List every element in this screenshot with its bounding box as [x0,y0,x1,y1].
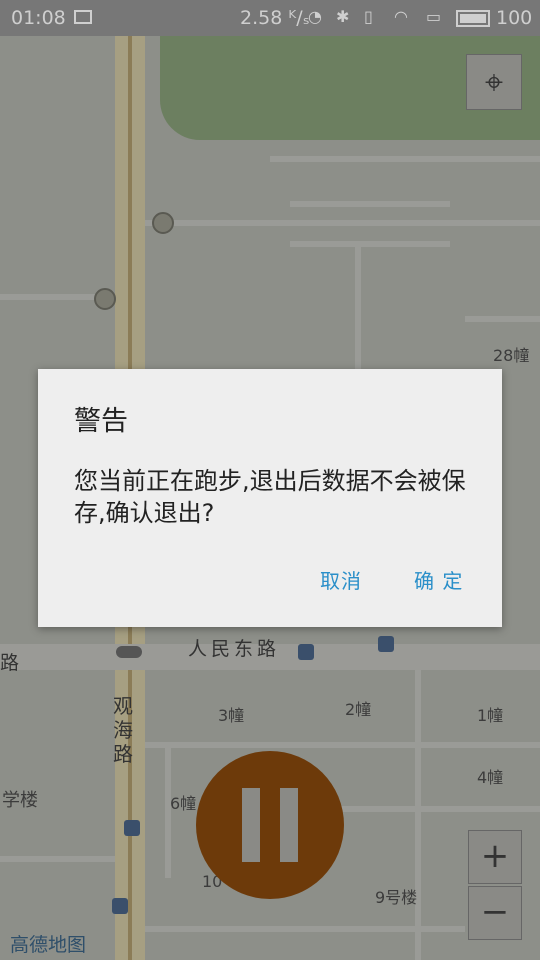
battery-percent: 100 [496,7,533,29]
bluetooth-icon: ✱ [336,7,350,26]
alarm-icon: ◔ [308,7,322,26]
street [290,241,450,247]
battery-icon [456,10,490,27]
dialog-message: 您当前正在跑步,退出后数据不会被保存,确认退出? [74,467,466,527]
poi-marker[interactable] [94,288,116,310]
cancel-button[interactable]: 取消 [320,565,362,594]
sim-icon: ▭ [426,7,442,26]
confirm-button[interactable]: 确 定 [414,565,463,594]
road-label: 观海路 [113,694,133,766]
bus-stop-icon[interactable] [124,820,140,836]
traffic-light-icon [116,646,142,658]
street [290,201,450,207]
street [270,156,540,162]
street [465,316,540,322]
dialog-title: 警告 [74,406,128,437]
image-notification-icon [74,10,92,24]
vibrate-icon: ▯ [364,7,373,26]
network-speed: 2.58 ᴷ/ₛ [240,7,310,29]
pause-icon [242,788,260,862]
bus-stop-icon[interactable] [298,644,314,660]
bus-stop-icon[interactable] [378,636,394,652]
status-time: 01:08 [11,7,66,29]
street [145,220,540,226]
building-label: 2幢 [345,700,372,719]
road-label: 人民东路 [188,638,281,660]
building-label: 1幢 [477,706,504,725]
street [415,670,421,960]
building-label: 9号楼 [375,888,418,907]
poi-marker[interactable] [152,212,174,234]
pause-icon [280,788,298,862]
street [145,926,465,932]
building-label: 6幢 [170,794,197,813]
building-label: 28幢 [493,346,530,365]
building-label: 学楼 [2,790,38,811]
map-logo: 高德地图 [10,934,87,956]
zoom-in-button[interactable]: + [468,830,522,884]
locate-icon[interactable]: ⌖ [466,54,522,110]
zoom-out-button[interactable]: − [468,886,522,940]
street [145,742,540,748]
road-label: 路 [0,652,24,674]
wifi-icon: ◠ [394,7,408,26]
building-label: 3幢 [218,706,245,725]
status-bar: 01:08 2.58 ᴷ/ₛ ◔ ✱ ▯ ◠ ▭ 100 [0,0,540,36]
street [0,856,115,862]
building-label: 4幢 [477,768,504,787]
bus-stop-icon[interactable] [112,898,128,914]
warning-dialog: 警告 您当前正在跑步,退出后数据不会被保存,确认退出? 取消 确 定 [38,369,502,627]
pause-button[interactable] [196,751,344,899]
